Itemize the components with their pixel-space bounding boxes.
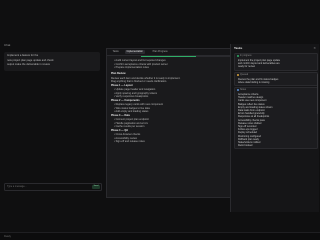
doc-line: • Accessibility review (114, 136, 137, 140)
doc-line: • Update page header and navigation (114, 87, 156, 91)
task-card-line: Retro booked (238, 144, 253, 148)
tasks-panel: Tasks ✕ In progress Implement the project… (230, 44, 319, 212)
task-card[interactable]: In progress Implement the project plan pa… (234, 53, 318, 71)
doc-heading: Phase 3 — Data (111, 113, 130, 117)
doc-line: • Replace legacy cards with new componen… (114, 102, 163, 106)
doc-line: • Add empty and loading states (114, 110, 149, 114)
chat-message-line: Implement a feature for the (7, 54, 39, 57)
task-card-status: In progress (240, 55, 252, 57)
doc-line: • Verify responsive breakpoints (114, 95, 149, 99)
progress-bar-fill (141, 55, 197, 57)
doc-line: • Prepare implementation notes (114, 66, 149, 70)
task-card[interactable]: Notes Acceptance criteria Header matches d… (234, 87, 318, 150)
status-text: Ready (4, 235, 11, 238)
doc-line: • Apply spacing and typography tokens (114, 91, 157, 95)
top-background (0, 0, 320, 40)
chat-panel: Chat Implement a feature for the new pro… (0, 40, 106, 230)
tasks-scrollbar[interactable] (317, 74, 318, 114)
doc-line: Review each item and decide whether it i… (111, 76, 181, 80)
chat-panel-title: Chat (4, 43, 11, 47)
doc-line: • Cache results per session (114, 125, 145, 129)
doc-line: • Confirm acceptance criteria with produ… (114, 62, 168, 66)
task-card[interactable]: Queued Review the plan and fix status bad… (234, 71, 318, 86)
doc-line: • Handle pagination and errors (114, 121, 148, 125)
status-dot-icon (237, 89, 239, 92)
doc-line: • Wire status badges to live data (114, 106, 150, 110)
task-card-status: Notes (240, 89, 247, 91)
task-card-line: where data binding is missing (238, 80, 270, 84)
chat-input-placeholder: Type a message... (7, 185, 27, 188)
task-card-line: ready for review (238, 65, 256, 69)
task-card-status: Queued (240, 73, 249, 76)
doc-heading: Phase 2 — Components (111, 98, 140, 102)
tasks-panel-title: Tasks (234, 46, 243, 50)
doc-line: • Audit current layout and list required… (114, 59, 166, 62)
status-dot-icon (237, 73, 239, 76)
doc-line: Flag anything that is blocked or needs c… (111, 80, 168, 84)
chat-input[interactable]: Type a message... Send (4, 183, 102, 191)
tab-plan-progress[interactable]: Plan Progress (151, 50, 169, 54)
doc-line: • Connect project plan endpoint (114, 117, 149, 121)
chat-message: Implement a feature for the new project … (4, 52, 100, 71)
status-bar: Ready (0, 232, 320, 240)
close-icon[interactable]: ✕ (313, 46, 316, 50)
doc-line: • Sign-off and release notes (114, 140, 145, 144)
tab-tasks[interactable]: Tasks (111, 50, 120, 54)
document-panel: Tasks Implementation Plan Progress • Aud… (106, 48, 232, 198)
progress-bar (141, 55, 230, 57)
doc-line: • Cross-browser checks (114, 132, 141, 136)
doc-heading: Plan Review (111, 72, 126, 76)
document-body: • Audit current layout and list required… (111, 59, 227, 195)
doc-heading: Phase 4 — QA (111, 128, 129, 132)
status-dot-icon (237, 55, 239, 58)
send-button[interactable]: Send (92, 185, 100, 189)
app-screen: Chat Implement a feature for the new pro… (0, 0, 320, 240)
chat-message-line: output make the deliverable in review (7, 63, 50, 66)
chat-message-line: new project plan page update and check (7, 59, 54, 62)
doc-heading: Phase 1 — Layout (111, 83, 133, 87)
tab-implementation[interactable]: Implementation (125, 50, 145, 54)
